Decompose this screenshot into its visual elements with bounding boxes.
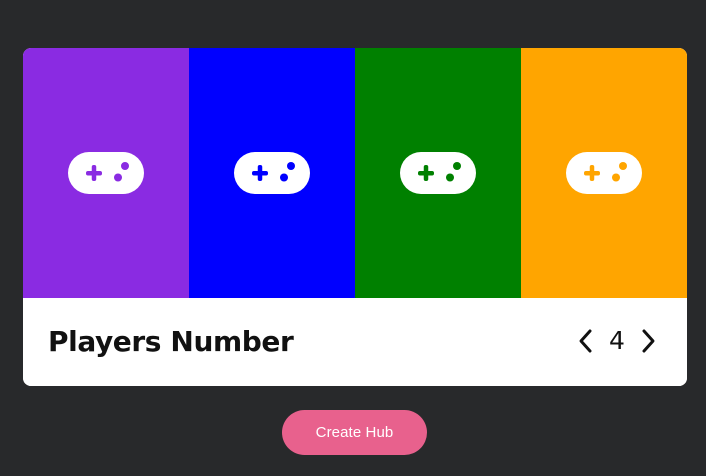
page: Players Number 4 Create Hub [0,0,706,476]
players-number-title: Players Number [48,325,294,358]
player-panel-2 [189,48,355,298]
player-panel-4 [521,48,687,298]
gamepad-icon [400,152,476,194]
player-panel-3 [355,48,521,298]
gamepad-icon [566,152,642,194]
player-color-panels [23,48,687,298]
create-hub-button[interactable]: Create Hub [282,410,427,455]
player-count-stepper: 4 [575,325,659,357]
player-count-value: 4 [609,326,625,355]
gamepad-icon [234,152,310,194]
increase-players-button[interactable] [637,325,659,357]
decrease-players-button[interactable] [575,325,597,357]
gamepad-icon [68,152,144,194]
player-panel-1 [23,48,189,298]
players-footer: Players Number 4 [23,298,687,386]
chevron-left-icon [579,329,592,353]
players-card: Players Number 4 [23,48,687,386]
chevron-right-icon [642,329,655,353]
